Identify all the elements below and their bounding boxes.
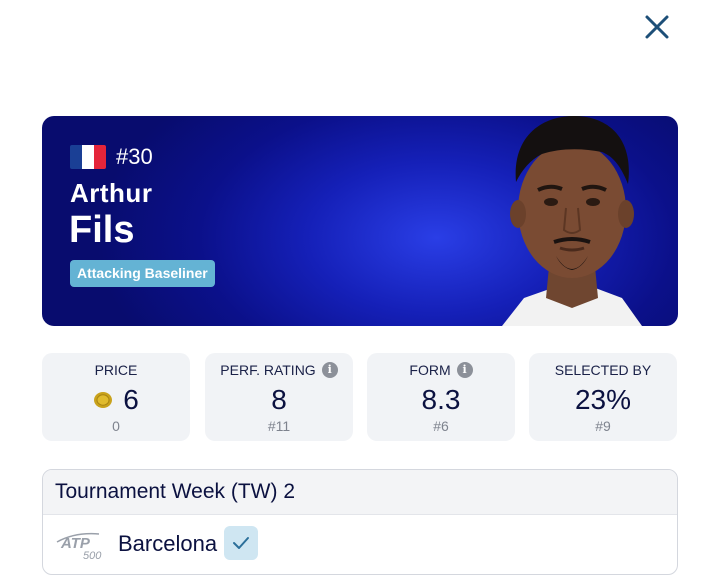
player-last-name: Fils (69, 209, 135, 251)
info-icon[interactable]: i (321, 362, 338, 378)
info-icon[interactable]: i (456, 362, 473, 378)
svg-text:500: 500 (83, 550, 102, 562)
stat-value: 6 (123, 384, 139, 415)
tournament-checkbox[interactable] (224, 526, 258, 560)
player-first-name: Arthur (70, 178, 153, 208)
check-icon (233, 537, 249, 549)
tournament-row[interactable]: ATP 500 Barcelona (43, 515, 677, 574)
stat-value: 8 (271, 384, 287, 415)
stat-card-form: FORM i 8.3 #6 (367, 353, 515, 441)
close-icon (645, 15, 669, 39)
atp-500-logo-icon: ATP 500 (56, 532, 102, 562)
tournament-week-title: Tournament Week (TW) 2 (43, 470, 677, 515)
player-photo (502, 116, 642, 326)
coin-icon (94, 392, 113, 408)
stat-card-price: PRICE 6 0 (42, 353, 190, 441)
stat-value: 8.3 (421, 384, 461, 415)
player-rank: #30 (116, 144, 153, 169)
france-flag-icon (70, 145, 106, 169)
close-button[interactable] (640, 10, 674, 44)
player-hero-card: #30 Arthur Fils Attacking Baseliner (42, 116, 678, 326)
stat-sub: #9 (595, 418, 611, 434)
stat-card-perf-rating: PERF. RATING i 8 #11 (205, 353, 353, 441)
stat-label: PERF. RATING (220, 362, 316, 378)
stat-sub: #11 (267, 418, 291, 434)
stat-sub: #6 (433, 418, 449, 434)
stat-sub: 0 (112, 418, 120, 434)
stat-label: PRICE (94, 362, 138, 378)
tournament-week-panel: Tournament Week (TW) 2 ATP 500 Barcelona (42, 469, 678, 575)
stat-label: SELECTED BY (554, 362, 652, 378)
stat-value: 23% (574, 384, 632, 415)
play-style-badge: Attacking Baseliner (70, 260, 215, 287)
tournament-name: Barcelona (118, 531, 218, 556)
stat-label: FORM (409, 362, 451, 378)
stat-card-selected-by: SELECTED BY 23% #9 (529, 353, 677, 441)
